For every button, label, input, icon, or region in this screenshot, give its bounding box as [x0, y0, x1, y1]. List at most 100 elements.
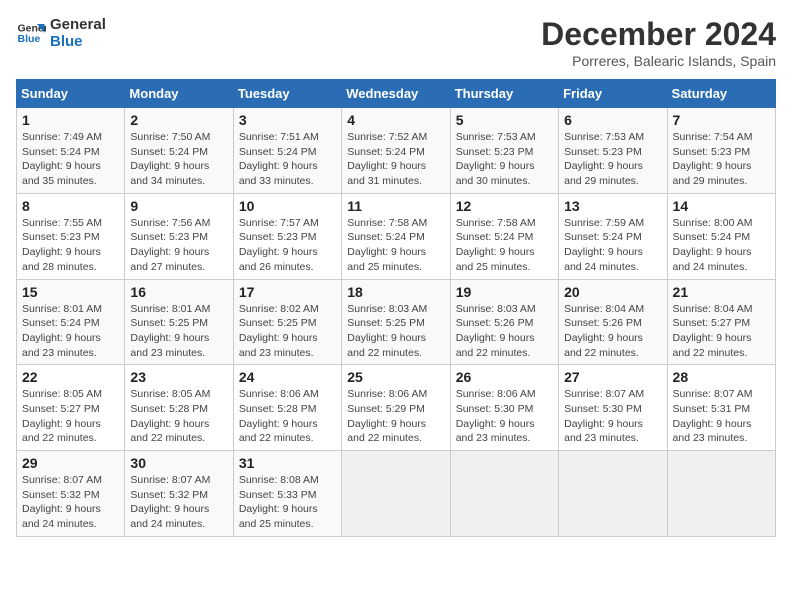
day-info: Sunrise: 8:04 AM Sunset: 5:26 PM Dayligh… [564, 302, 661, 361]
logo-line1: General [50, 16, 106, 33]
day-info: Sunrise: 8:07 AM Sunset: 5:32 PM Dayligh… [22, 473, 119, 532]
calendar-cell: 29Sunrise: 8:07 AM Sunset: 5:32 PM Dayli… [17, 451, 125, 537]
calendar-cell: 18 Sunrise: 8:03 AM Sunset: 5:25 PM Dayli… [342, 279, 450, 365]
day-number: 2 [130, 112, 227, 128]
day-number: 9 [130, 198, 227, 214]
day-number: 12 [456, 198, 553, 214]
calendar-cell: 26 Sunrise: 8:06 AM Sunset: 5:30 PM Dayli… [450, 365, 558, 451]
day-info: Sunrise: 8:06 AM Sunset: 5:30 PM Dayligh… [456, 387, 553, 446]
day-info: Sunrise: 7:59 AM Sunset: 5:24 PM Dayligh… [564, 216, 661, 275]
calendar-cell: 8Sunrise: 7:55 AM Sunset: 5:23 PM Daylig… [17, 193, 125, 279]
calendar-cell [450, 451, 558, 537]
table-row: 8Sunrise: 7:55 AM Sunset: 5:23 PM Daylig… [17, 193, 776, 279]
day-info: Sunrise: 7:58 AM Sunset: 5:24 PM Dayligh… [347, 216, 444, 275]
calendar-cell: 14 Sunrise: 8:00 AM Sunset: 5:24 PM Dayli… [667, 193, 775, 279]
day-info: Sunrise: 7:53 AM Sunset: 5:23 PM Dayligh… [564, 130, 661, 189]
table-row: 29Sunrise: 8:07 AM Sunset: 5:32 PM Dayli… [17, 451, 776, 537]
day-number: 26 [456, 369, 553, 385]
day-number: 4 [347, 112, 444, 128]
table-row: 22 Sunrise: 8:05 AM Sunset: 5:27 PM Dayli… [17, 365, 776, 451]
svg-text:Blue: Blue [18, 33, 41, 45]
day-number: 11 [347, 198, 444, 214]
col-wednesday: Wednesday [342, 80, 450, 108]
calendar-cell: 12 Sunrise: 7:58 AM Sunset: 5:24 PM Dayli… [450, 193, 558, 279]
day-number: 25 [347, 369, 444, 385]
day-info: Sunrise: 8:02 AM Sunset: 5:25 PM Dayligh… [239, 302, 336, 361]
col-saturday: Saturday [667, 80, 775, 108]
day-info: Sunrise: 7:52 AM Sunset: 5:24 PM Dayligh… [347, 130, 444, 189]
calendar-cell: 5Sunrise: 7:53 AM Sunset: 5:23 PM Daylig… [450, 108, 558, 194]
day-number: 3 [239, 112, 336, 128]
day-info: Sunrise: 8:07 AM Sunset: 5:32 PM Dayligh… [130, 473, 227, 532]
day-number: 18 [347, 284, 444, 300]
day-number: 10 [239, 198, 336, 214]
day-info: Sunrise: 8:01 AM Sunset: 5:25 PM Dayligh… [130, 302, 227, 361]
calendar-cell: 23 Sunrise: 8:05 AM Sunset: 5:28 PM Dayli… [125, 365, 233, 451]
calendar-cell [667, 451, 775, 537]
day-number: 6 [564, 112, 661, 128]
logo: General Blue General Blue [16, 16, 106, 50]
calendar-cell: 21Sunrise: 8:04 AM Sunset: 5:27 PM Dayli… [667, 279, 775, 365]
title-block: December 2024 Porreres, Balearic Islands… [541, 16, 776, 69]
calendar-cell: 6 Sunrise: 7:53 AM Sunset: 5:23 PM Daylig… [559, 108, 667, 194]
day-info: Sunrise: 7:49 AM Sunset: 5:24 PM Dayligh… [22, 130, 119, 189]
header: General Blue General Blue December 2024 … [16, 16, 776, 69]
day-info: Sunrise: 7:55 AM Sunset: 5:23 PM Dayligh… [22, 216, 119, 275]
day-info: Sunrise: 8:03 AM Sunset: 5:25 PM Dayligh… [347, 302, 444, 361]
calendar-cell: 24 Sunrise: 8:06 AM Sunset: 5:28 PM Dayli… [233, 365, 341, 451]
day-info: Sunrise: 7:56 AM Sunset: 5:23 PM Dayligh… [130, 216, 227, 275]
day-number: 30 [130, 455, 227, 471]
day-number: 31 [239, 455, 336, 471]
day-info: Sunrise: 8:05 AM Sunset: 5:28 PM Dayligh… [130, 387, 227, 446]
table-row: 1 Sunrise: 7:49 AM Sunset: 5:24 PM Daylig… [17, 108, 776, 194]
day-number: 1 [22, 112, 119, 128]
day-number: 24 [239, 369, 336, 385]
col-monday: Monday [125, 80, 233, 108]
day-info: Sunrise: 8:03 AM Sunset: 5:26 PM Dayligh… [456, 302, 553, 361]
calendar-cell: 22 Sunrise: 8:05 AM Sunset: 5:27 PM Dayli… [17, 365, 125, 451]
logo-line2: Blue [50, 33, 106, 50]
day-number: 27 [564, 369, 661, 385]
calendar-subtitle: Porreres, Balearic Islands, Spain [541, 53, 776, 69]
day-info: Sunrise: 7:50 AM Sunset: 5:24 PM Dayligh… [130, 130, 227, 189]
day-number: 20 [564, 284, 661, 300]
day-number: 13 [564, 198, 661, 214]
calendar-cell: 11 Sunrise: 7:58 AM Sunset: 5:24 PM Dayli… [342, 193, 450, 279]
day-number: 23 [130, 369, 227, 385]
col-friday: Friday [559, 80, 667, 108]
logo-icon: General Blue [16, 18, 46, 48]
calendar-cell: 7 Sunrise: 7:54 AM Sunset: 5:23 PM Daylig… [667, 108, 775, 194]
calendar-cell: 25 Sunrise: 8:06 AM Sunset: 5:29 PM Dayli… [342, 365, 450, 451]
day-info: Sunrise: 7:58 AM Sunset: 5:24 PM Dayligh… [456, 216, 553, 275]
calendar-cell: 20 Sunrise: 8:04 AM Sunset: 5:26 PM Dayli… [559, 279, 667, 365]
day-number: 15 [22, 284, 119, 300]
calendar-table: Sunday Monday Tuesday Wednesday Thursday… [16, 79, 776, 537]
day-info: Sunrise: 8:05 AM Sunset: 5:27 PM Dayligh… [22, 387, 119, 446]
day-info: Sunrise: 8:06 AM Sunset: 5:28 PM Dayligh… [239, 387, 336, 446]
calendar-cell: 19 Sunrise: 8:03 AM Sunset: 5:26 PM Dayli… [450, 279, 558, 365]
calendar-cell [559, 451, 667, 537]
calendar-cell: 2 Sunrise: 7:50 AM Sunset: 5:24 PM Daylig… [125, 108, 233, 194]
table-row: 15Sunrise: 8:01 AM Sunset: 5:24 PM Dayli… [17, 279, 776, 365]
day-number: 14 [673, 198, 770, 214]
calendar-cell: 28Sunrise: 8:07 AM Sunset: 5:31 PM Dayli… [667, 365, 775, 451]
day-number: 17 [239, 284, 336, 300]
day-info: Sunrise: 8:00 AM Sunset: 5:24 PM Dayligh… [673, 216, 770, 275]
calendar-cell: 16Sunrise: 8:01 AM Sunset: 5:25 PM Dayli… [125, 279, 233, 365]
day-number: 22 [22, 369, 119, 385]
calendar-cell: 4 Sunrise: 7:52 AM Sunset: 5:24 PM Daylig… [342, 108, 450, 194]
day-info: Sunrise: 8:06 AM Sunset: 5:29 PM Dayligh… [347, 387, 444, 446]
day-number: 7 [673, 112, 770, 128]
day-number: 19 [456, 284, 553, 300]
calendar-cell [342, 451, 450, 537]
day-info: Sunrise: 7:51 AM Sunset: 5:24 PM Dayligh… [239, 130, 336, 189]
calendar-cell: 30 Sunrise: 8:07 AM Sunset: 5:32 PM Dayli… [125, 451, 233, 537]
calendar-cell: 13 Sunrise: 7:59 AM Sunset: 5:24 PM Dayli… [559, 193, 667, 279]
day-info: Sunrise: 7:54 AM Sunset: 5:23 PM Dayligh… [673, 130, 770, 189]
day-number: 5 [456, 112, 553, 128]
calendar-cell: 1 Sunrise: 7:49 AM Sunset: 5:24 PM Daylig… [17, 108, 125, 194]
day-info: Sunrise: 8:07 AM Sunset: 5:30 PM Dayligh… [564, 387, 661, 446]
calendar-cell: 15Sunrise: 8:01 AM Sunset: 5:24 PM Dayli… [17, 279, 125, 365]
calendar-cell: 17 Sunrise: 8:02 AM Sunset: 5:25 PM Dayli… [233, 279, 341, 365]
day-number: 28 [673, 369, 770, 385]
